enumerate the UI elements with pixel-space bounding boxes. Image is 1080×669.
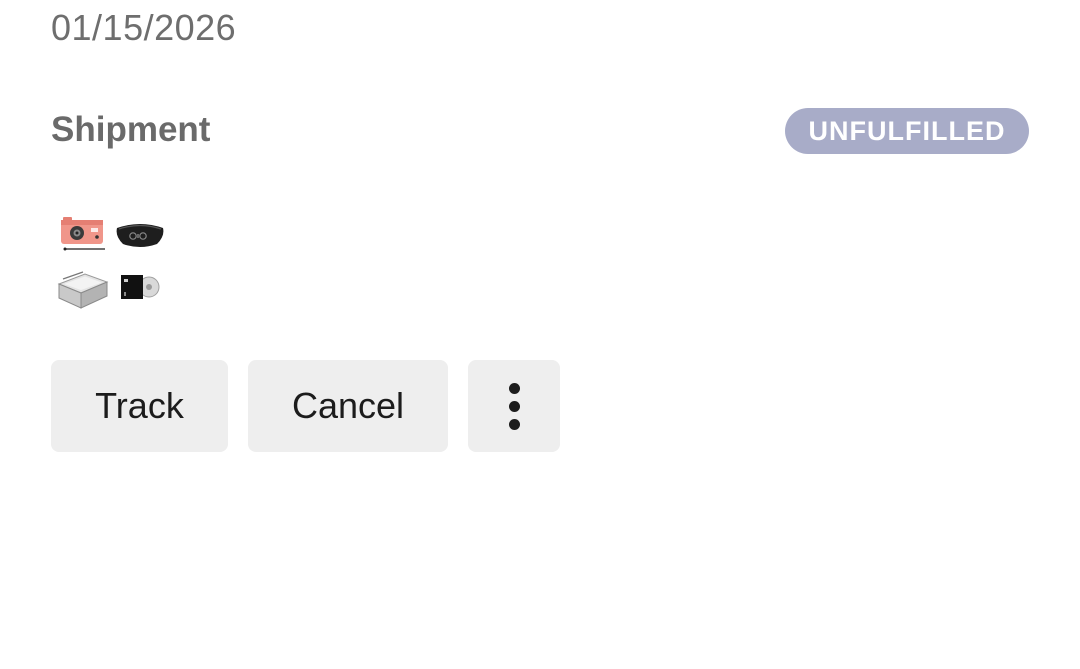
more-options-button[interactable]: [468, 360, 560, 452]
box-icon: [55, 260, 109, 314]
shipment-title: Shipment: [51, 110, 211, 149]
track-button[interactable]: Track: [51, 360, 228, 452]
order-date: 01/15/2026: [51, 7, 237, 48]
camera-icon: [55, 206, 109, 260]
vinyl-record-icon: [113, 260, 167, 314]
shipment-card: 01/15/2026 Shipment UNFULFILLED Track Ca…: [0, 0, 1080, 669]
shipment-actions: Track Cancel: [51, 360, 560, 452]
cancel-button[interactable]: Cancel: [248, 360, 448, 452]
waist-bag-icon: [113, 206, 167, 260]
product-thumbnails: [55, 206, 170, 312]
more-vertical-icon: [508, 382, 520, 430]
status-badge: UNFULFILLED: [785, 108, 1029, 154]
